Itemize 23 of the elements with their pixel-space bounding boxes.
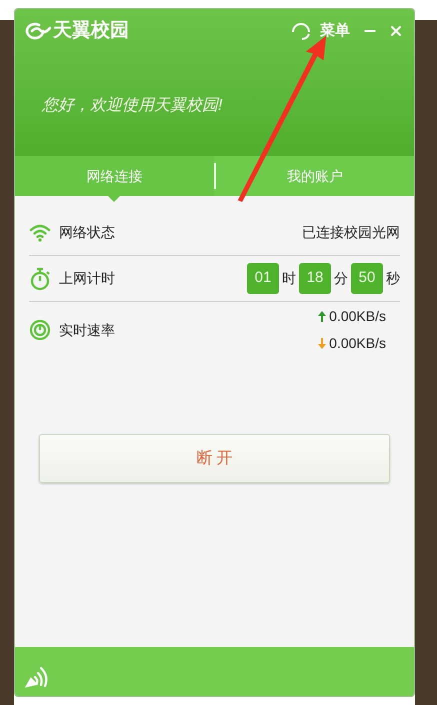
row-label: 网络状态 xyxy=(59,223,115,242)
logo-icon xyxy=(25,22,51,40)
gauge-icon xyxy=(29,319,51,341)
wifi-icon xyxy=(29,224,51,242)
download-speed: 0.00KB/s xyxy=(329,334,386,353)
time-digit-box: 01 xyxy=(247,263,279,294)
disconnect-button[interactable]: 断 开 xyxy=(39,434,390,483)
up-arrow-icon xyxy=(318,311,326,322)
greeting-text: 您好，欢迎使用天翼校园! xyxy=(42,96,224,116)
row-label: 上网计时 xyxy=(59,269,115,288)
upload-speed: 0.00KB/s xyxy=(329,307,386,326)
time-digit-box: 50 xyxy=(351,263,383,294)
stopwatch-icon xyxy=(29,266,51,290)
row-label: 实时速率 xyxy=(59,320,115,340)
time-digit-box: 18 xyxy=(299,263,331,294)
logo-text: 天翼校园 xyxy=(53,19,129,43)
menu-button[interactable]: 菜单 xyxy=(320,20,350,42)
down-arrow-icon xyxy=(318,338,326,349)
time-unit: 时 xyxy=(282,269,296,288)
time-unit: 秒 xyxy=(386,269,400,288)
tab-pointer-icon xyxy=(108,196,120,202)
time-unit: 分 xyxy=(334,269,348,288)
status-value: 已连接校园光网 xyxy=(302,223,400,242)
